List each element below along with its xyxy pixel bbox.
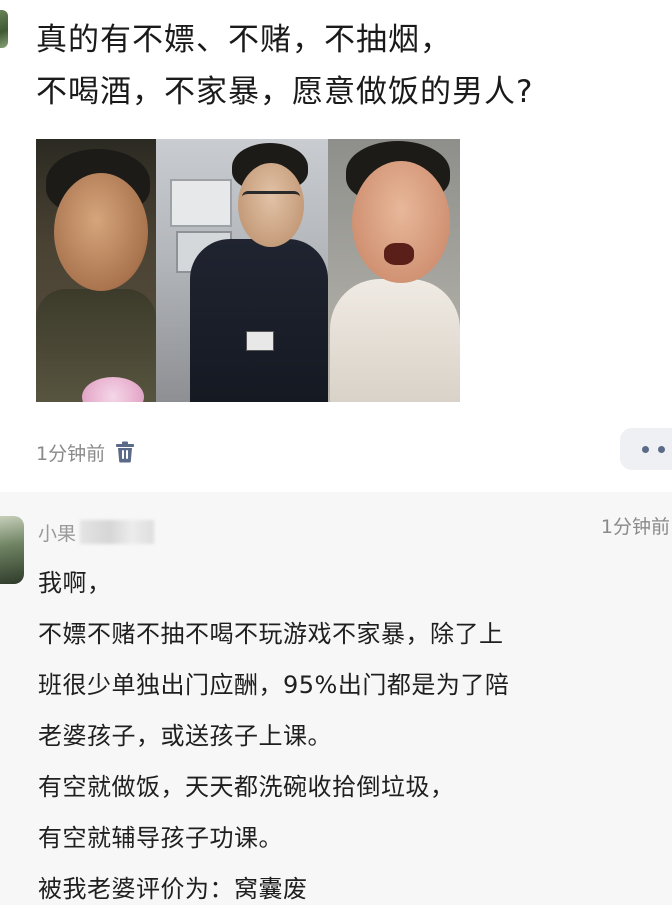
- post-timestamp: 1分钟前: [36, 442, 106, 465]
- comment-line: 有空就辅导孩子功课。: [38, 824, 283, 852]
- background-shelf: [170, 179, 232, 227]
- figure-mouth: [384, 243, 414, 265]
- comment-line: 不嫖不赌不抽不喝不玩游戏不家暴，除了上: [38, 620, 504, 648]
- image-still-1: [36, 139, 156, 402]
- post-image[interactable]: [36, 139, 460, 402]
- figure-body: [190, 239, 328, 402]
- trash-icon[interactable]: [113, 439, 137, 465]
- comment-line: 我啊，: [38, 569, 112, 597]
- comment-line: 被我老婆评价为：窝囊废: [38, 875, 308, 903]
- comment-timestamp: 1分钟前: [600, 516, 670, 538]
- comment-author-name: 小果: [38, 522, 77, 545]
- more-dot: [642, 446, 649, 453]
- comment-avatar[interactable]: [0, 516, 24, 584]
- post-card: 真的有不嫖、不赌，不抽烟， 不喝酒，不家暴，愿意做饭的男人? 1分钟前: [0, 0, 672, 492]
- comment-card: 小果 1分钟前 我啊， 不嫖不赌不抽不喝不玩游戏不家暴，除了上 班很少单独出门应…: [0, 492, 672, 905]
- comment-line: 有空就做饭，天天都洗碗收拾倒垃圾，: [38, 773, 455, 801]
- post-title: 真的有不嫖、不赌，不抽烟， 不喝酒，不家暴，愿意做饭的男人?: [36, 22, 534, 110]
- comment-body: 我啊， 不嫖不赌不抽不喝不玩游戏不家暴，除了上 班很少单独出门应酬，95%出门都…: [38, 558, 668, 905]
- figure-body: [330, 279, 460, 402]
- more-dot: [658, 446, 665, 453]
- comment-line: 班很少单独出门应酬，95%出门都是为了陪: [38, 671, 510, 699]
- comment-line: 老婆孩子，或送孩子上课。: [38, 722, 332, 750]
- image-still-2: [156, 139, 328, 402]
- comment-author[interactable]: 小果: [38, 518, 155, 546]
- image-still-3: [328, 139, 460, 402]
- figure-badge: [246, 331, 274, 351]
- figure-glasses: [242, 191, 300, 208]
- post-meta: 1分钟前: [36, 436, 137, 468]
- page: 真的有不嫖、不赌，不抽烟， 不喝酒，不家暴，愿意做饭的男人? 1分钟前 小果 1…: [0, 0, 672, 905]
- post-avatar[interactable]: [0, 10, 8, 48]
- name-redaction: [80, 520, 155, 544]
- more-icon[interactable]: [620, 428, 672, 470]
- figure-face: [54, 173, 148, 291]
- trash-icon-glyph: [116, 441, 135, 463]
